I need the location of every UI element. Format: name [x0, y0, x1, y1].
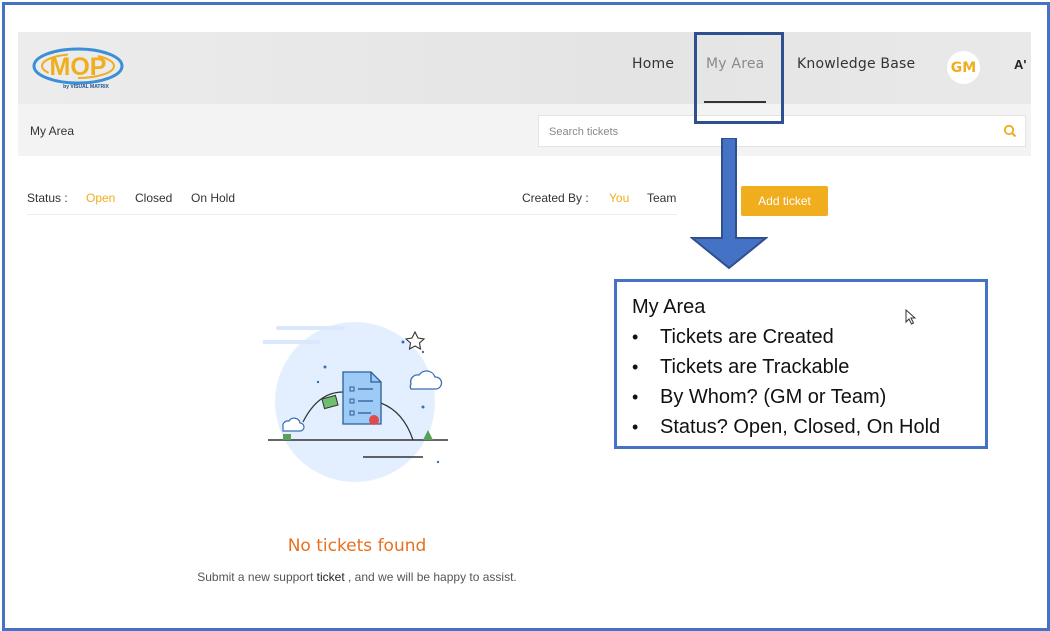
callout-bullet: By Whom? (GM or Team) — [632, 382, 985, 412]
callout-bullet: Tickets are Created — [632, 322, 985, 352]
search-icon[interactable] — [1003, 124, 1017, 138]
created-by-label: Created By : — [522, 191, 589, 205]
callout-bullet-list: Tickets are Created Tickets are Trackabl… — [632, 322, 985, 442]
created-by-filter-you[interactable]: You — [609, 191, 629, 205]
mop-logo[interactable]: MOP by VISUAL MATRIX — [28, 44, 128, 92]
sub-header: My Area — [18, 104, 1031, 156]
status-filter-on-hold[interactable]: On Hold — [191, 191, 235, 205]
down-arrow-icon — [690, 138, 768, 270]
empty-state-illustration — [263, 322, 448, 482]
empty-state-message-end: , and we will be happy to assist. — [348, 570, 517, 584]
font-size-toggle[interactable]: A' — [1014, 57, 1026, 72]
filter-divider — [27, 214, 677, 215]
nav-knowledge-base[interactable]: Knowledge Base — [797, 56, 915, 72]
filter-bar: Status : Open Closed On Hold Created By … — [18, 156, 678, 216]
callout-title: My Area — [632, 296, 706, 318]
status-filter-open[interactable]: Open — [86, 191, 115, 205]
nav-home[interactable]: Home — [632, 56, 674, 72]
status-filter-closed[interactable]: Closed — [135, 191, 172, 205]
callout-bullet: Status? Open, Closed, On Hold — [632, 412, 985, 442]
annotation-callout: My Area Tickets are Created Tickets are … — [614, 279, 988, 449]
callout-bullet: Tickets are Trackable — [632, 352, 985, 382]
empty-state-title: No tickets found — [287, 536, 427, 556]
search-input[interactable] — [547, 122, 991, 142]
document-icon — [342, 371, 382, 425]
created-by-filter-team[interactable]: Team — [647, 191, 676, 205]
user-avatar[interactable]: GM — [947, 51, 980, 84]
logo-text: MOP — [50, 53, 107, 81]
top-navbar: MOP by VISUAL MATRIX Home My Area Knowle… — [18, 32, 1031, 104]
breadcrumb: My Area — [30, 124, 75, 138]
cursor-icon — [905, 309, 916, 325]
status-label: Status : — [27, 191, 68, 205]
empty-state-message-start: Submit a new support — [197, 570, 314, 584]
logo-subtext: by VISUAL MATRIX — [63, 84, 109, 90]
empty-state-message-ticket: ticket — [316, 570, 345, 584]
my-area-highlight-box — [694, 32, 784, 124]
empty-state-message: Submit a new support ticket , and we wil… — [18, 570, 696, 584]
